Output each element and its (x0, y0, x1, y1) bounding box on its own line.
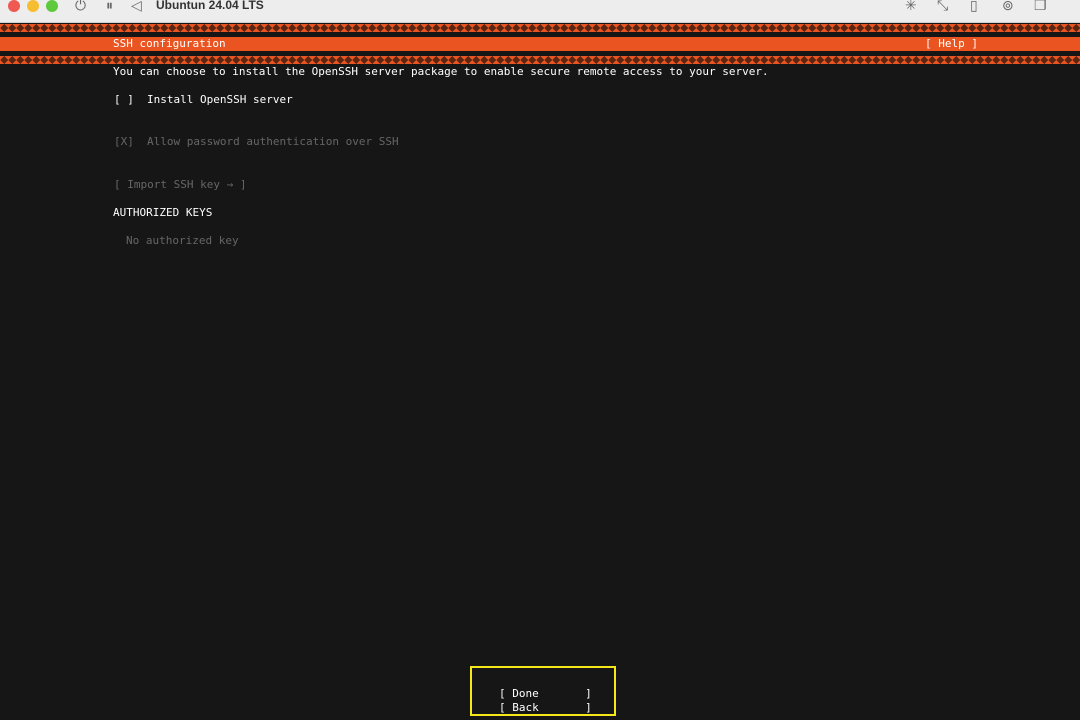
done-button[interactable]: [ Done ] (499, 687, 592, 701)
back-icon[interactable]: ◁ (131, 0, 142, 13)
import-ssh-key-button: [ Import SSH key → ] (114, 178, 247, 191)
power-icon[interactable]: ⏻ (75, 0, 86, 13)
password-auth-label: Allow password authentication over SSH (147, 135, 399, 148)
description-text: You can choose to install the OpenSSH se… (113, 65, 769, 78)
no-authorized-key-text: No authorized key (126, 234, 239, 247)
header-pattern-top (0, 24, 1080, 32)
brightness-icon[interactable]: ✳ (905, 0, 917, 13)
window-title: Ubuntun 24.04 LTS (156, 0, 264, 12)
vm-window-titlebar: ⏻ ⏸ ◁ Ubuntun 24.04 LTS ✳ ⤡ ▯ ⊚ ❐ (0, 0, 1080, 23)
authorized-keys-heading: AUTHORIZED KEYS (113, 206, 213, 219)
header-bar: SSH configuration [ Help ] (0, 37, 1080, 51)
header-pattern-bottom (0, 56, 1080, 64)
password-auth-checkbox: [X] (114, 135, 134, 148)
window-icon[interactable]: ❐ (1034, 0, 1047, 13)
close-window-button[interactable] (8, 0, 20, 12)
help-button[interactable]: [ Help ] (925, 37, 978, 51)
pause-icon[interactable]: ⏸ (106, 0, 113, 13)
usb-icon[interactable]: ▯ (970, 0, 978, 13)
resize-icon[interactable]: ⤡ (937, 0, 948, 13)
page-title: SSH configuration (113, 37, 226, 50)
network-icon[interactable]: ⊚ (1002, 0, 1014, 13)
installer-header: SSH configuration [ Help ] (0, 24, 1080, 64)
install-openssh-checkbox[interactable]: [ ] (114, 93, 134, 107)
back-button[interactable]: [ Back ] (499, 701, 592, 715)
minimize-window-button[interactable] (27, 0, 39, 12)
zoom-window-button[interactable] (46, 0, 58, 12)
install-openssh-label: Install OpenSSH server (147, 93, 293, 106)
footer-button-group: [ Done ] [ Back ] (470, 666, 616, 716)
